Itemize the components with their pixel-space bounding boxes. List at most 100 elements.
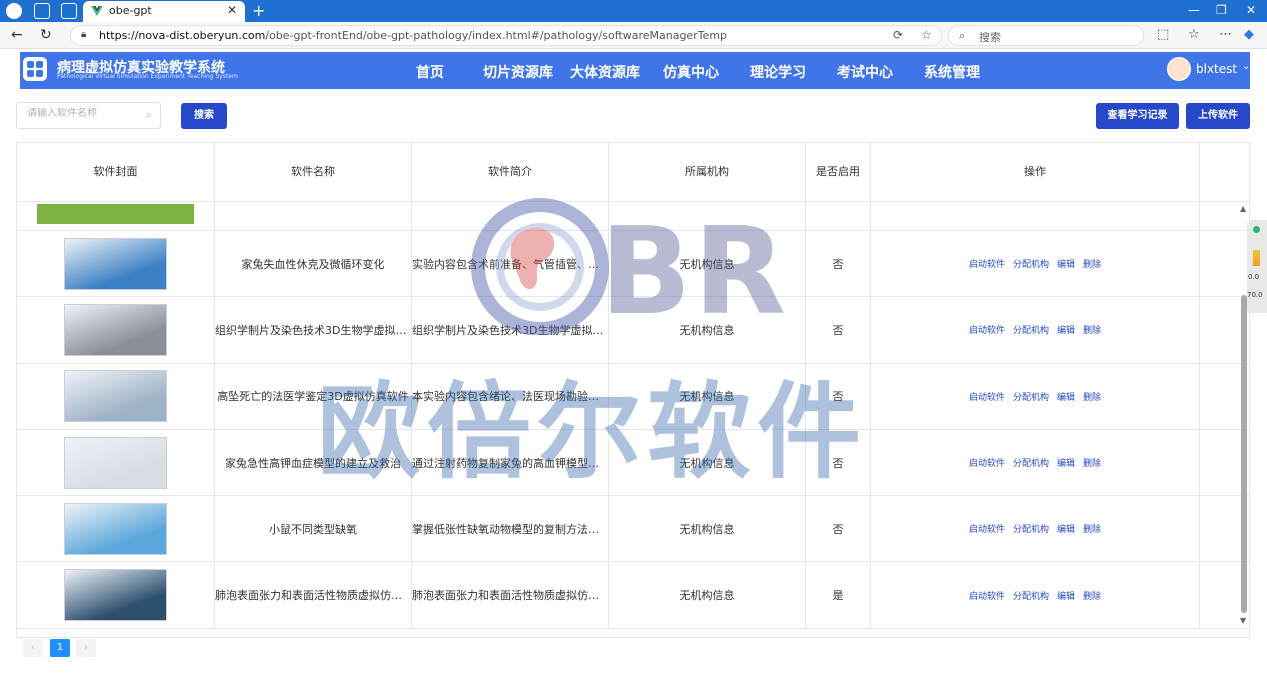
workspaces-icon[interactable] (34, 3, 50, 19)
window-close-icon[interactable]: ✕ (1246, 3, 1256, 17)
assign-org-link[interactable]: 分配机构 (1013, 323, 1049, 336)
enabled-text: 是 (832, 589, 844, 603)
favorites-icon[interactable]: ☆ (1188, 27, 1200, 42)
edit-link[interactable]: 编辑 (1057, 390, 1075, 403)
enabled-cell: 否 (806, 231, 871, 297)
intro-text: 肺泡表面张力和表面活性物质虚拟仿真... (412, 589, 608, 603)
search-button[interactable]: 搜索 (181, 103, 227, 129)
cover-thumbnail (64, 502, 167, 555)
edit-link[interactable]: 编辑 (1057, 257, 1075, 270)
name-text: 小鼠不同类型缺氧 (269, 522, 357, 536)
assign-org-link[interactable]: 分配机构 (1013, 257, 1049, 270)
assign-org-link[interactable]: 分配机构 (1013, 522, 1049, 535)
launch-software-link[interactable]: 启动软件 (969, 522, 1005, 535)
browser-search-field[interactable]: ⌕ 搜索 (948, 25, 1144, 46)
org-text: 无机构信息 (679, 589, 735, 603)
nav-exam-center[interactable]: 考试中心 (837, 62, 893, 82)
app-header: 病理虚拟仿真实验教学系统 Pathological Virtual Simula… (20, 52, 1250, 89)
delete-link[interactable]: 删除 (1083, 323, 1101, 336)
nav-theory-study[interactable]: 理论学习 (750, 62, 806, 82)
more-icon[interactable]: ⋯ (1219, 27, 1232, 42)
table-row: 肺泡表面张力和表面活性物质虚拟仿真... 肺泡表面张力和表面活性物质虚拟仿真...… (17, 562, 1249, 629)
back-icon[interactable]: ← (11, 27, 23, 43)
username[interactable]: blxtest (1196, 62, 1237, 76)
delete-link[interactable]: 删除 (1083, 456, 1101, 469)
enabled-text: 否 (832, 323, 844, 337)
watermark-logo-text: BR (600, 203, 788, 342)
edit-link[interactable]: 编辑 (1057, 522, 1075, 535)
restore-icon[interactable]: ❐ (1216, 3, 1227, 17)
cover-thumbnail-partial (37, 203, 194, 224)
delete-link[interactable]: 删除 (1083, 522, 1101, 535)
level-bar-icon (1253, 250, 1260, 266)
cover-thumbnail (64, 569, 167, 622)
software-search-box[interactable]: ⌕ (16, 102, 161, 129)
edit-link[interactable]: 编辑 (1057, 456, 1075, 469)
scroll-down-icon[interactable]: ▼ (1240, 616, 1246, 625)
col-intro: 软件简介 (412, 143, 609, 201)
name-text: 肺泡表面张力和表面活性物质虚拟仿真... (215, 589, 411, 603)
cover-thumbnail (64, 303, 167, 356)
view-history-button[interactable]: 查看学习记录 (1096, 103, 1179, 129)
browser-search-placeholder: 搜索 (979, 31, 1001, 44)
refresh-icon[interactable]: ↻ (40, 27, 52, 43)
assign-org-link[interactable]: 分配机构 (1013, 456, 1049, 469)
copilot-icon[interactable]: ◆ (1244, 27, 1254, 42)
table-header: 软件封面 软件名称 软件简介 所属机构 是否启用 操作 (17, 143, 1249, 202)
next-page-button[interactable]: › (76, 639, 96, 657)
actions-cell: 启动软件 分配机构 编辑 删除 (871, 231, 1200, 297)
profile-icon[interactable] (6, 3, 22, 19)
enabled-cell: 是 (806, 562, 871, 628)
enabled-text: 否 (832, 257, 844, 271)
intro-cell: 掌握低张性缺氧动物模型的复制方法，... (412, 496, 609, 562)
translate-icon[interactable]: ⟳ (893, 28, 903, 42)
nav-gross-library[interactable]: 大体资源库 (570, 62, 640, 82)
col-name: 软件名称 (215, 143, 412, 201)
lock-icon: 🔒︎ (81, 29, 87, 40)
scroll-up-icon[interactable]: ▲ (1240, 204, 1246, 213)
address-bar-row: ← ↻ 🔒︎ https://nova-dist.oberyun.com/obe… (0, 22, 1267, 49)
new-tab-icon[interactable]: + (252, 1, 265, 20)
chevron-down-icon[interactable]: ⌄ (1242, 61, 1250, 72)
tab-title: obe-gpt (109, 4, 152, 17)
status-dot-icon (1253, 226, 1260, 233)
assign-org-link[interactable]: 分配机构 (1013, 390, 1049, 403)
prev-page-button[interactable]: ‹ (23, 639, 43, 657)
browser-tab-bar: obe-gpt ✕ + — ❐ ✕ (0, 0, 1267, 22)
edit-link[interactable]: 编辑 (1057, 589, 1075, 602)
page-number[interactable]: 1 (50, 639, 70, 657)
cover-cell (17, 231, 215, 297)
favorite-star-icon[interactable]: ☆ (921, 28, 932, 42)
delete-link[interactable]: 删除 (1083, 390, 1101, 403)
browser-tab[interactable]: obe-gpt ✕ (83, 1, 245, 22)
delete-link[interactable]: 删除 (1083, 257, 1101, 270)
launch-software-link[interactable]: 启动软件 (969, 323, 1005, 336)
extensions-icon[interactable]: ⬚ (1157, 27, 1169, 42)
tab-actions-icon[interactable] (61, 3, 77, 19)
floating-monitor-widget[interactable]: 0.0 70.0 (1247, 220, 1267, 313)
edit-link[interactable]: 编辑 (1057, 323, 1075, 336)
widget-value-2: 70.0 (1247, 291, 1263, 299)
app-logo-icon (23, 57, 47, 81)
nav-system-management[interactable]: 系统管理 (924, 62, 980, 82)
launch-software-link[interactable]: 启动软件 (969, 589, 1005, 602)
scrollbar-thumb[interactable] (1241, 295, 1247, 613)
nav-simulation-center[interactable]: 仿真中心 (663, 62, 719, 82)
launch-software-link[interactable]: 启动软件 (969, 257, 1005, 270)
url-field[interactable]: 🔒︎ https://nova-dist.oberyun.com/obe-gpt… (70, 25, 942, 46)
avatar[interactable] (1167, 57, 1191, 81)
name-cell: 小鼠不同类型缺氧 (215, 496, 412, 562)
nav-home[interactable]: 首页 (416, 62, 444, 82)
app-subtitle: Pathological Virtual Simulation Experime… (57, 73, 238, 80)
search-icon: ⌕ (145, 108, 152, 121)
tab-close-icon[interactable]: ✕ (227, 3, 237, 17)
cover-cell (17, 562, 215, 628)
launch-software-link[interactable]: 启动软件 (969, 390, 1005, 403)
upload-software-button[interactable]: 上传软件 (1186, 103, 1250, 129)
assign-org-link[interactable]: 分配机构 (1013, 589, 1049, 602)
delete-link[interactable]: 删除 (1083, 589, 1101, 602)
software-search-input[interactable] (27, 108, 137, 119)
nav-slide-library[interactable]: 切片资源库 (483, 62, 553, 82)
launch-software-link[interactable]: 启动软件 (969, 456, 1005, 469)
minimize-icon[interactable]: — (1188, 3, 1200, 17)
